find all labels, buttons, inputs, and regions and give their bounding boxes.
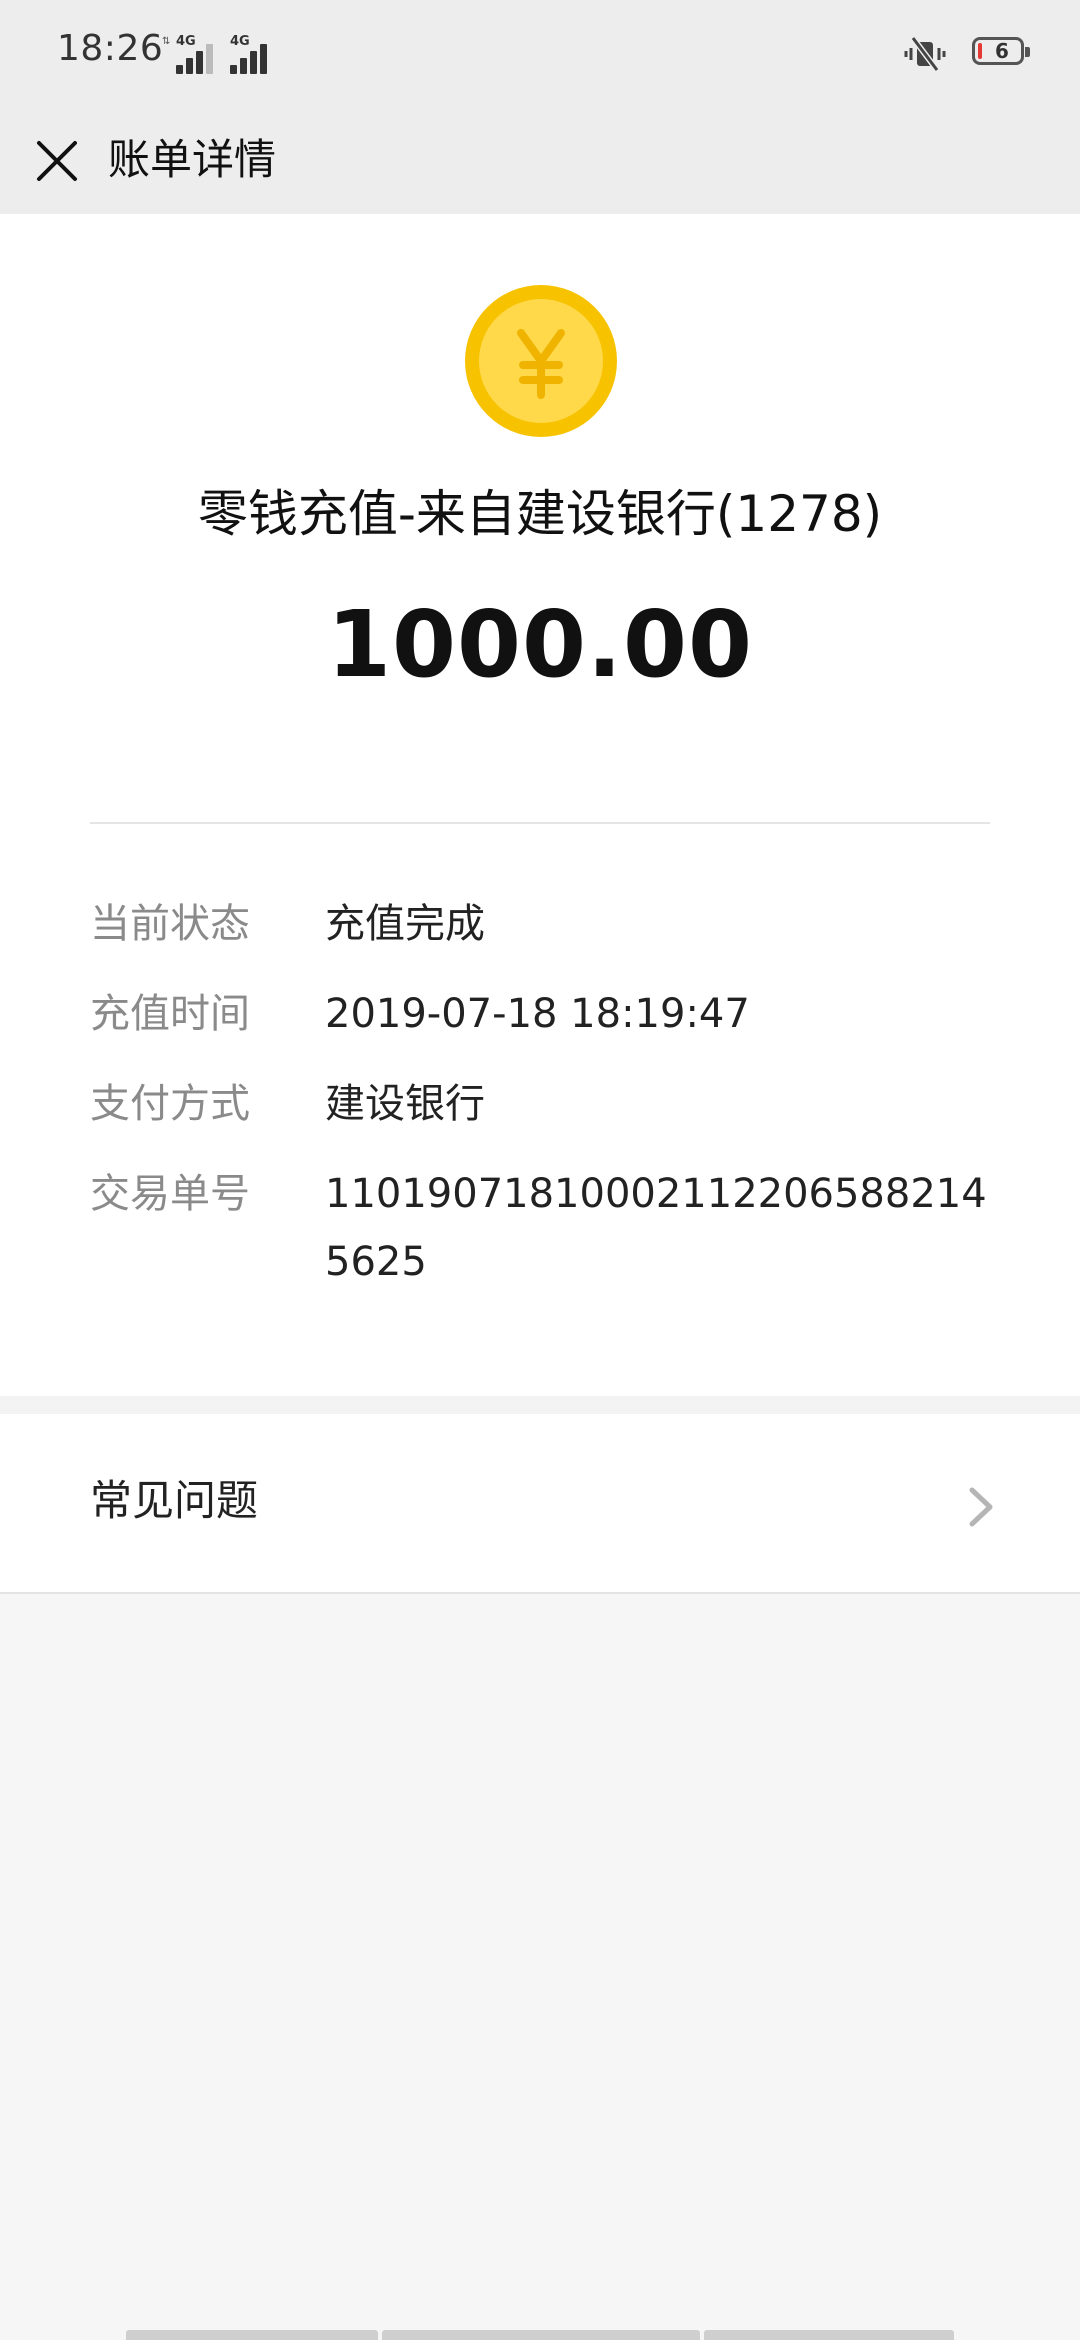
transaction-id: 110190718100021122065882145625	[325, 1171, 987, 1285]
battery-level: 6	[995, 39, 1009, 63]
nav-hint-segment	[704, 2330, 954, 2340]
mute-vibrate-icon	[904, 36, 946, 72]
battery-icon: 6	[972, 37, 1030, 65]
status-bar: 18:26 4G ⇅ 4G 6	[0, 0, 1080, 108]
close-button[interactable]	[22, 126, 92, 196]
detail-value: 2019-07-18 18:19:47	[325, 991, 750, 1037]
signal-icon: 4G	[228, 34, 288, 74]
page-title: 账单详情	[108, 135, 277, 184]
close-icon	[37, 141, 77, 181]
divider	[90, 822, 990, 824]
signal-icon: 4G ⇅	[160, 34, 220, 74]
status-icons: 6	[844, 34, 1030, 74]
transaction-card: 零钱充值-来自建设银行(1278) 1000.00 当前状态 充值完成 充值时间…	[0, 214, 1080, 1396]
detail-label: 支付方式	[90, 1081, 250, 1127]
detail-label: 当前状态	[90, 901, 250, 947]
detail-label: 充值时间	[90, 991, 250, 1037]
detail-label: 交易单号	[90, 1171, 250, 1217]
transaction-title: 零钱充值-来自建设银行(1278)	[197, 485, 883, 543]
detail-value: 建设银行	[325, 1081, 485, 1127]
section-gap	[0, 1396, 1080, 1414]
yen-coin-icon	[465, 285, 617, 437]
faq-label: 常见问题	[90, 1476, 259, 1525]
nav-hint-segment	[126, 2330, 378, 2340]
transaction-amount: 1000.00	[326, 591, 754, 698]
detail-value: 充值完成	[325, 901, 485, 947]
faq-row[interactable]: 常见问题	[0, 1414, 1080, 1594]
status-time: 18:26	[57, 28, 164, 69]
header-bar: 账单详情	[0, 108, 1080, 214]
nav-hint-segment	[382, 2330, 700, 2340]
chevron-right-icon	[969, 1487, 993, 1527]
